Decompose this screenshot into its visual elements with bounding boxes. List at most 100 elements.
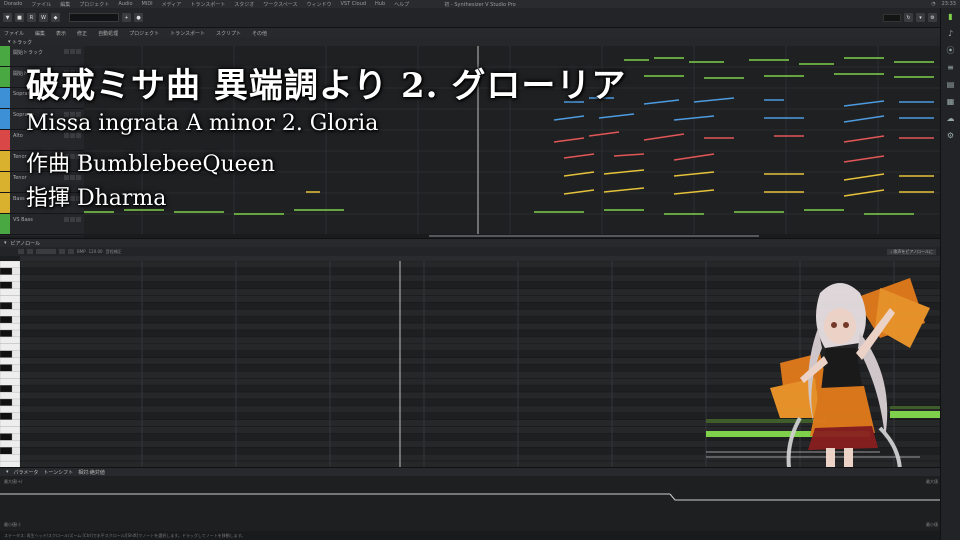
cloud-icon[interactable]: ☁: [946, 114, 955, 123]
parameter-panel-title: パラメータ: [13, 469, 39, 476]
white-key: [0, 288, 20, 296]
sync-icon[interactable]: ↻: [904, 13, 913, 22]
logo-icon[interactable]: ▼: [3, 13, 12, 22]
menu-other[interactable]: その他: [252, 30, 267, 37]
white-key: [0, 378, 20, 386]
add-icon[interactable]: +: [122, 13, 131, 22]
os-menu-edit[interactable]: 編集: [60, 1, 70, 8]
os-menu-audio[interactable]: Audio: [118, 1, 132, 7]
save-icon[interactable]: ◆: [51, 13, 60, 22]
parameter-lane[interactable]: 最大値(+) 最大値 最小値(-) 最小値: [0, 476, 940, 531]
track-panel-title: トラック: [12, 39, 33, 46]
menu-project[interactable]: プロジェクト: [129, 30, 159, 37]
parameter-curve: [0, 493, 940, 501]
white-key: [0, 322, 20, 331]
track-name: Tenor: [13, 154, 27, 160]
write-button[interactable]: W: [39, 13, 48, 22]
black-key: [0, 385, 13, 393]
composer-credit: 作曲 BumblebeeQueen: [26, 152, 275, 177]
os-menu-window[interactable]: ウィンドウ: [307, 1, 332, 8]
gear-icon[interactable]: ⚙: [946, 131, 955, 140]
right-sidebar: ▮ ♪ ⦿ ≡ ▤ ▦ ☁ ⚙: [940, 8, 960, 540]
menu-view[interactable]: 表示: [56, 30, 66, 37]
white-key: [0, 391, 20, 400]
window-title: 初 - Synthesizer V Studio Pro: [444, 1, 516, 8]
black-key: [0, 281, 13, 289]
bpm-label: BMP: [77, 249, 86, 254]
menu-transport[interactable]: トランスポート: [170, 30, 205, 37]
chevron-down-icon[interactable]: ▾: [4, 240, 7, 246]
note-icon[interactable]: ♪: [946, 29, 955, 38]
track-panel-header[interactable]: ▾ トラック: [0, 38, 940, 46]
list-icon[interactable]: ≡: [946, 63, 955, 72]
track-name: Alto: [13, 133, 23, 139]
scrollbar-thumb[interactable]: [429, 235, 759, 237]
os-menu-file[interactable]: ファイル: [31, 1, 51, 8]
pencil-tool-icon[interactable]: [27, 249, 33, 254]
song-subtitle: Missa ingrata A minor 2. Gloria: [26, 111, 379, 136]
menu-automation[interactable]: 自動処理: [98, 30, 118, 37]
clock: 23:33: [941, 1, 956, 7]
document-icon[interactable]: ▤: [946, 80, 955, 89]
chevron-down-icon[interactable]: ▾: [6, 469, 9, 475]
piano-roll-toolbar: BMP 120.00 音程補正 ♩ 歌声をピアノロールに: [0, 247, 940, 256]
parameter-panel-header[interactable]: ▾ パラメータ トーンシフト 相対:絶対値: [0, 467, 940, 476]
dropdown-icon[interactable]: ▾: [916, 13, 925, 22]
grid-row: [20, 261, 940, 269]
snap-selector[interactable]: [36, 249, 56, 254]
grid-icon[interactable]: ▦: [946, 97, 955, 106]
piano-roll-header[interactable]: ▾ ピアノロール: [0, 238, 940, 247]
param-max-label: 最大値(+): [4, 479, 23, 484]
os-menu-workspace[interactable]: ワークスペース: [263, 1, 297, 8]
menu-file[interactable]: ファイル: [4, 30, 24, 37]
tuning-label: 音程補正: [105, 248, 122, 254]
white-key: [0, 357, 20, 365]
black-key: [0, 267, 13, 275]
app-menu-bar: ファイル 編集 表示 修正 自動処理 プロジェクト トランスポート スクリプト …: [0, 28, 940, 38]
bookmark-icon[interactable]: ■: [15, 13, 24, 22]
white-key: [0, 440, 20, 448]
parameter-mode[interactable]: 相対:絶対値: [78, 469, 105, 476]
black-key: [0, 433, 13, 441]
menu-modify[interactable]: 修正: [77, 30, 87, 37]
conductor-credit: 指揮 Dharma: [26, 186, 167, 211]
parameter-name[interactable]: トーンシフト: [43, 469, 73, 476]
white-key: [0, 426, 20, 434]
track-icon[interactable]: ▮: [946, 12, 955, 21]
cpu-meter: [883, 13, 901, 22]
grid-icon[interactable]: [59, 249, 65, 254]
os-menu-project[interactable]: プロジェクト: [79, 1, 109, 8]
app-name[interactable]: Dorado: [4, 1, 22, 7]
pointer-tool-icon[interactable]: [18, 249, 24, 254]
param-min-label: 最小値(-): [4, 522, 21, 527]
menu-script[interactable]: スクリプト: [216, 30, 241, 37]
piano-keyboard[interactable]: [0, 261, 20, 467]
white-key: [0, 419, 20, 427]
white-key: [0, 336, 20, 344]
os-menu-hub[interactable]: Hub: [375, 1, 385, 7]
white-key: [0, 295, 20, 303]
bpm-value[interactable]: 120.00: [89, 249, 103, 254]
black-key: [0, 302, 13, 310]
read-button[interactable]: R: [27, 13, 36, 22]
black-key: [0, 316, 13, 324]
status-bar: ステータス: 再生ヘッド/スクロール/ズーム [Ctrl]で水平スクロール/[S…: [0, 531, 940, 540]
project-field[interactable]: [69, 13, 119, 22]
os-menu-vstcloud[interactable]: VST Cloud: [341, 1, 367, 7]
white-key: [0, 405, 20, 413]
os-menu-midi[interactable]: MIDI: [142, 1, 153, 7]
white-key: [0, 274, 20, 282]
black-key: [0, 412, 13, 420]
settings-icon[interactable]: ⚙: [928, 13, 937, 22]
record-icon[interactable]: ●: [134, 13, 143, 22]
os-menu-media[interactable]: メディア: [162, 1, 182, 8]
microphone-icon[interactable]: ⦿: [946, 46, 955, 55]
menu-edit[interactable]: 編集: [35, 30, 45, 37]
param-min-right-label: 最小値: [926, 522, 938, 527]
os-menu-transport[interactable]: トランスポート: [190, 1, 225, 8]
os-menu-studio[interactable]: スタジオ: [234, 1, 254, 8]
show-vocals-toggle[interactable]: ♩ 歌声をピアノロールに: [887, 248, 936, 255]
wifi-icon[interactable]: ◔: [931, 1, 935, 7]
quantize-icon[interactable]: [68, 249, 74, 254]
track-row[interactable]: VS Bass: [0, 214, 84, 235]
